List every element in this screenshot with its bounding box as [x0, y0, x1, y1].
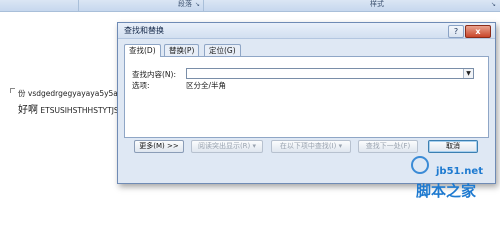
cancel-button[interactable]: 取消 [428, 140, 478, 153]
dialog-launcher-icon[interactable]: ↘ [490, 1, 497, 8]
ribbon-group-paragraph: 段落 [178, 0, 192, 8]
dialog-launcher-icon[interactable]: ↘ [194, 1, 201, 8]
document-line-2-bold: 好啊 [18, 105, 38, 116]
options-value: 区分全/半角 [186, 81, 227, 90]
dialog-titlebar[interactable]: 查找和替换 ? x [118, 23, 495, 39]
site-logo-icon [411, 156, 429, 174]
document-line-2-text: ETSUSIHSTHHSTYTJSR [38, 106, 124, 115]
find-replace-dialog: 查找和替换 ? x 查找(D) 替换(P) 定位(G) 查找内容(N): ▼ 选… [117, 22, 496, 184]
help-button[interactable]: ? [448, 25, 464, 38]
dialog-title: 查找和替换 [124, 26, 164, 35]
document-line-1: 份 vsdgedrgegyayaya5y5aua [18, 89, 128, 98]
chevron-down-icon[interactable]: ▼ [463, 69, 473, 78]
find-next-button[interactable]: 查找下一处(F) [358, 140, 418, 153]
close-button[interactable]: x [465, 25, 491, 38]
find-in-button[interactable]: 在以下项中查找(I) ▾ [271, 140, 351, 153]
tab-goto[interactable]: 定位(G) [204, 44, 241, 56]
watermark-site: jb51.net [436, 166, 483, 177]
document-line-2: 好啊 ETSUSIHSTHHSTYTJSR [18, 101, 124, 116]
options-label: 选项: [132, 81, 150, 90]
find-what-label: 查找内容(N): [132, 70, 176, 79]
tab-replace[interactable]: 替换(P) [164, 44, 200, 56]
ribbon: 段落 ↘ 样式 ↘ [0, 0, 500, 12]
reading-highlight-button[interactable]: 阅读突出显示(R) ▾ [191, 140, 263, 153]
find-what-input[interactable]: ▼ [186, 68, 474, 79]
watermark-name: 脚本之家 [416, 182, 477, 200]
tab-find[interactable]: 查找(D) [124, 44, 161, 57]
more-button[interactable]: 更多(M) >> [134, 140, 184, 153]
margin-corner-mark [10, 88, 15, 93]
ribbon-separator [203, 0, 204, 11]
ribbon-group-styles: 样式 [370, 0, 384, 8]
ribbon-separator [78, 0, 79, 11]
